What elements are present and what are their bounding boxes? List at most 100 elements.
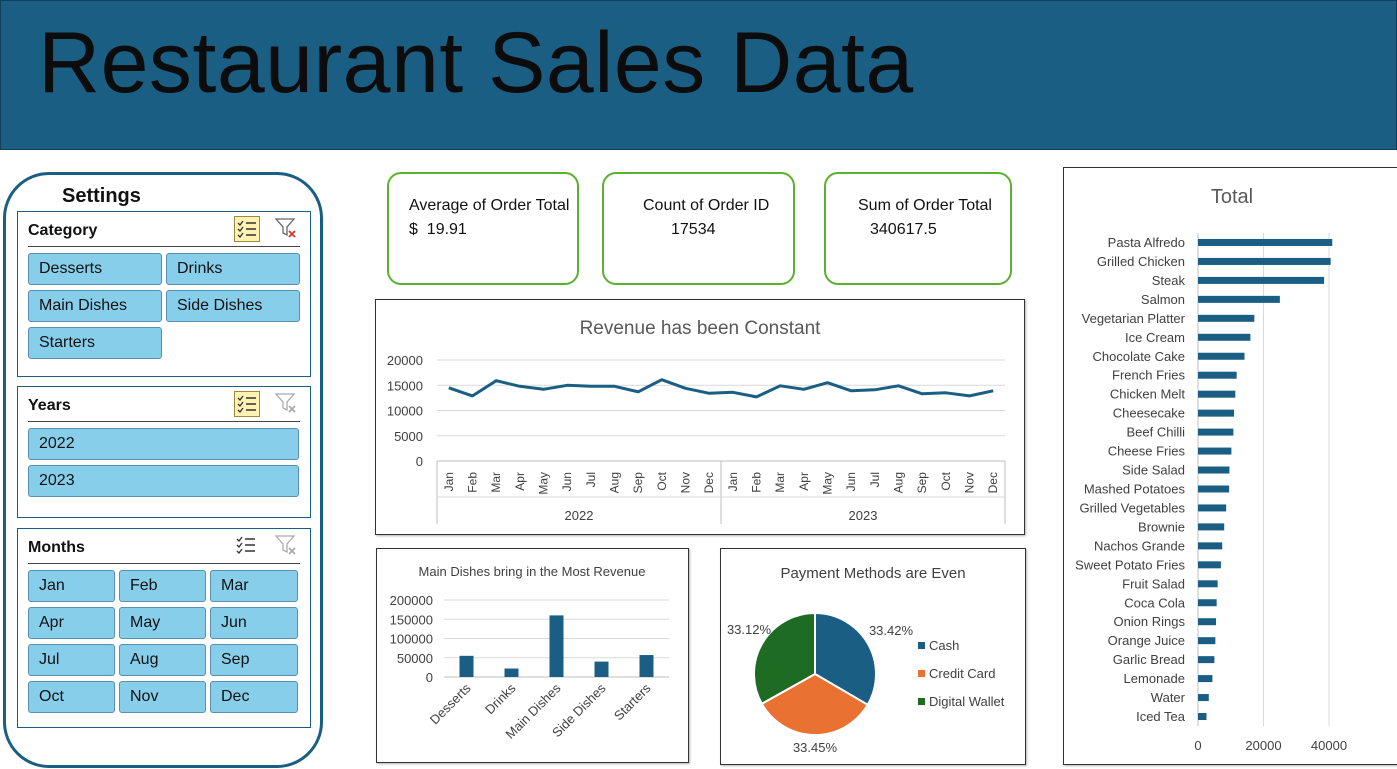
bar	[1198, 352, 1245, 360]
bar	[459, 655, 474, 677]
x-tick-label: Aug	[608, 472, 622, 493]
x-tick-label: Aug	[892, 472, 906, 493]
month-item-jan[interactable]: Jan	[28, 570, 115, 602]
month-item-dec[interactable]: Dec	[210, 681, 298, 713]
bar	[1198, 371, 1237, 379]
x-tick-label: 40000	[1311, 738, 1347, 753]
year-item-2023[interactable]: 2023	[28, 465, 299, 497]
x-tick-label: Apr	[797, 472, 811, 491]
bar	[1198, 713, 1207, 721]
category-item-side-dishes[interactable]: Side Dishes	[166, 290, 300, 322]
y-tick-label: Nachos Grande	[1094, 538, 1185, 553]
category-item-desserts[interactable]: Desserts	[28, 253, 162, 285]
bar	[504, 668, 519, 677]
revenue-series-line	[448, 378, 994, 399]
category-item-starters[interactable]: Starters	[28, 327, 162, 359]
bar	[1198, 466, 1230, 474]
category-item-drinks[interactable]: Drinks	[166, 253, 300, 285]
clear-filter-icon[interactable]	[274, 216, 300, 242]
x-tick-label: Starters	[611, 680, 654, 723]
legend-swatch	[918, 698, 925, 705]
slicer-divider	[28, 563, 300, 564]
bar	[1198, 523, 1225, 531]
pie-chart-svg: Payment Methods are Even 33.42% 33.45% 33.…	[727, 565, 1005, 755]
hbar-chart-svg: Total 0 20000 40000 Pasta Alfredo Grilled Ch…	[1075, 186, 1347, 753]
multi-select-icon[interactable]	[234, 216, 260, 242]
line-chart-svg: Revenue has been Constant 0 5000 10000 1500…	[387, 318, 1006, 524]
x-tick-label: May	[537, 472, 551, 495]
payment-pie-chart: Payment Methods are Even 33.42% 33.45% 33.…	[720, 548, 1026, 765]
bar	[594, 661, 609, 677]
kpi-card-count: Count of Order ID 17534	[602, 172, 795, 285]
x-tick-label: 20000	[1245, 738, 1281, 753]
revenue-line-chart: Revenue has been Constant 0 5000 10000 1500…	[375, 299, 1025, 535]
y-tick-label: Grilled Vegetables	[1079, 500, 1185, 515]
y-tick-label: French Fries	[1112, 368, 1185, 383]
bar-chart-svg: Main Dishes bring in the Most Revenue 0 5…	[390, 564, 669, 742]
kpi-label: Average of Order Total	[409, 197, 570, 214]
y-tick-label: 5000	[394, 429, 423, 444]
x-tick-label: Feb	[750, 472, 764, 493]
y-tick-label: Garlic Bread	[1113, 652, 1185, 667]
y-tick-label: Vegetarian Platter	[1082, 311, 1186, 326]
y-tick-label: Beef Chilli	[1126, 425, 1185, 440]
x-tick-label: Jun	[560, 472, 574, 491]
x-tick-label: Jan	[726, 472, 740, 491]
x-tick-label: Jan	[442, 472, 456, 491]
month-item-oct[interactable]: Oct	[28, 681, 115, 713]
category-item-main-dishes[interactable]: Main Dishes	[28, 290, 162, 322]
kpi-label: Count of Order ID	[643, 197, 770, 214]
multi-select-icon[interactable]	[234, 533, 260, 559]
x-tick-label: Sep	[915, 472, 929, 494]
y-tick-label: Fruit Salad	[1122, 576, 1185, 591]
year-item-2022[interactable]: 2022	[28, 428, 299, 460]
legend-label: Digital Wallet	[929, 694, 1005, 709]
line-chart-title: Revenue has been Constant	[580, 318, 822, 339]
y-tick-label: 150000	[390, 612, 433, 627]
x-tick-label: Oct	[655, 471, 669, 490]
hbar-chart-title: Total	[1211, 186, 1253, 208]
bar	[1198, 618, 1217, 626]
bar	[1198, 656, 1215, 664]
month-item-nov[interactable]: Nov	[119, 681, 206, 713]
category-slicer-label: Category	[28, 222, 98, 239]
y-tick-label: Cheese Fries	[1108, 444, 1186, 459]
bar	[1198, 561, 1221, 569]
y-tick-label: Mashed Potatoes	[1084, 481, 1186, 496]
bar	[1198, 694, 1209, 702]
month-item-jul[interactable]: Jul	[28, 644, 115, 676]
multi-select-icon[interactable]	[234, 391, 260, 417]
slicer-divider	[28, 421, 300, 422]
x-tick-label: Mar	[773, 472, 787, 493]
y-tick-label: Orange Juice	[1108, 633, 1185, 648]
clear-filter-icon[interactable]	[274, 391, 300, 417]
legend-label: Credit Card	[929, 666, 995, 681]
y-tick-label: Water	[1151, 690, 1186, 705]
month-item-jun[interactable]: Jun	[210, 607, 298, 639]
bar	[1198, 542, 1223, 550]
x-tick-label: Desserts	[427, 680, 474, 727]
slicer-divider	[28, 246, 300, 247]
month-item-aug[interactable]: Aug	[119, 644, 206, 676]
bar	[1198, 428, 1234, 436]
month-item-may[interactable]: May	[119, 607, 206, 639]
kpi-value: 17534	[671, 221, 716, 238]
bar	[1198, 504, 1227, 512]
kpi-card-sum: Sum of Order Total 340617.5	[824, 172, 1012, 285]
settings-title: Settings	[62, 185, 141, 207]
y-tick-label: Chicken Melt	[1110, 387, 1186, 402]
x-tick-label: Drinks	[482, 680, 519, 717]
bar-chart-title: Main Dishes bring in the Most Revenue	[419, 564, 646, 579]
month-item-feb[interactable]: Feb	[119, 570, 206, 602]
y-tick-label: 0	[426, 670, 433, 685]
month-item-apr[interactable]: Apr	[28, 607, 115, 639]
y-tick-label: Onion Rings	[1113, 614, 1185, 629]
clear-filter-icon[interactable]	[274, 533, 300, 559]
y-tick-label: 15000	[387, 378, 423, 393]
page-title: Restaurant Sales Data	[38, 15, 914, 111]
x-group-label: 2023	[849, 508, 878, 523]
month-item-mar[interactable]: Mar	[210, 570, 298, 602]
bar	[1198, 295, 1280, 303]
y-tick-label: 100000	[390, 632, 433, 647]
month-item-sep[interactable]: Sep	[210, 644, 298, 676]
